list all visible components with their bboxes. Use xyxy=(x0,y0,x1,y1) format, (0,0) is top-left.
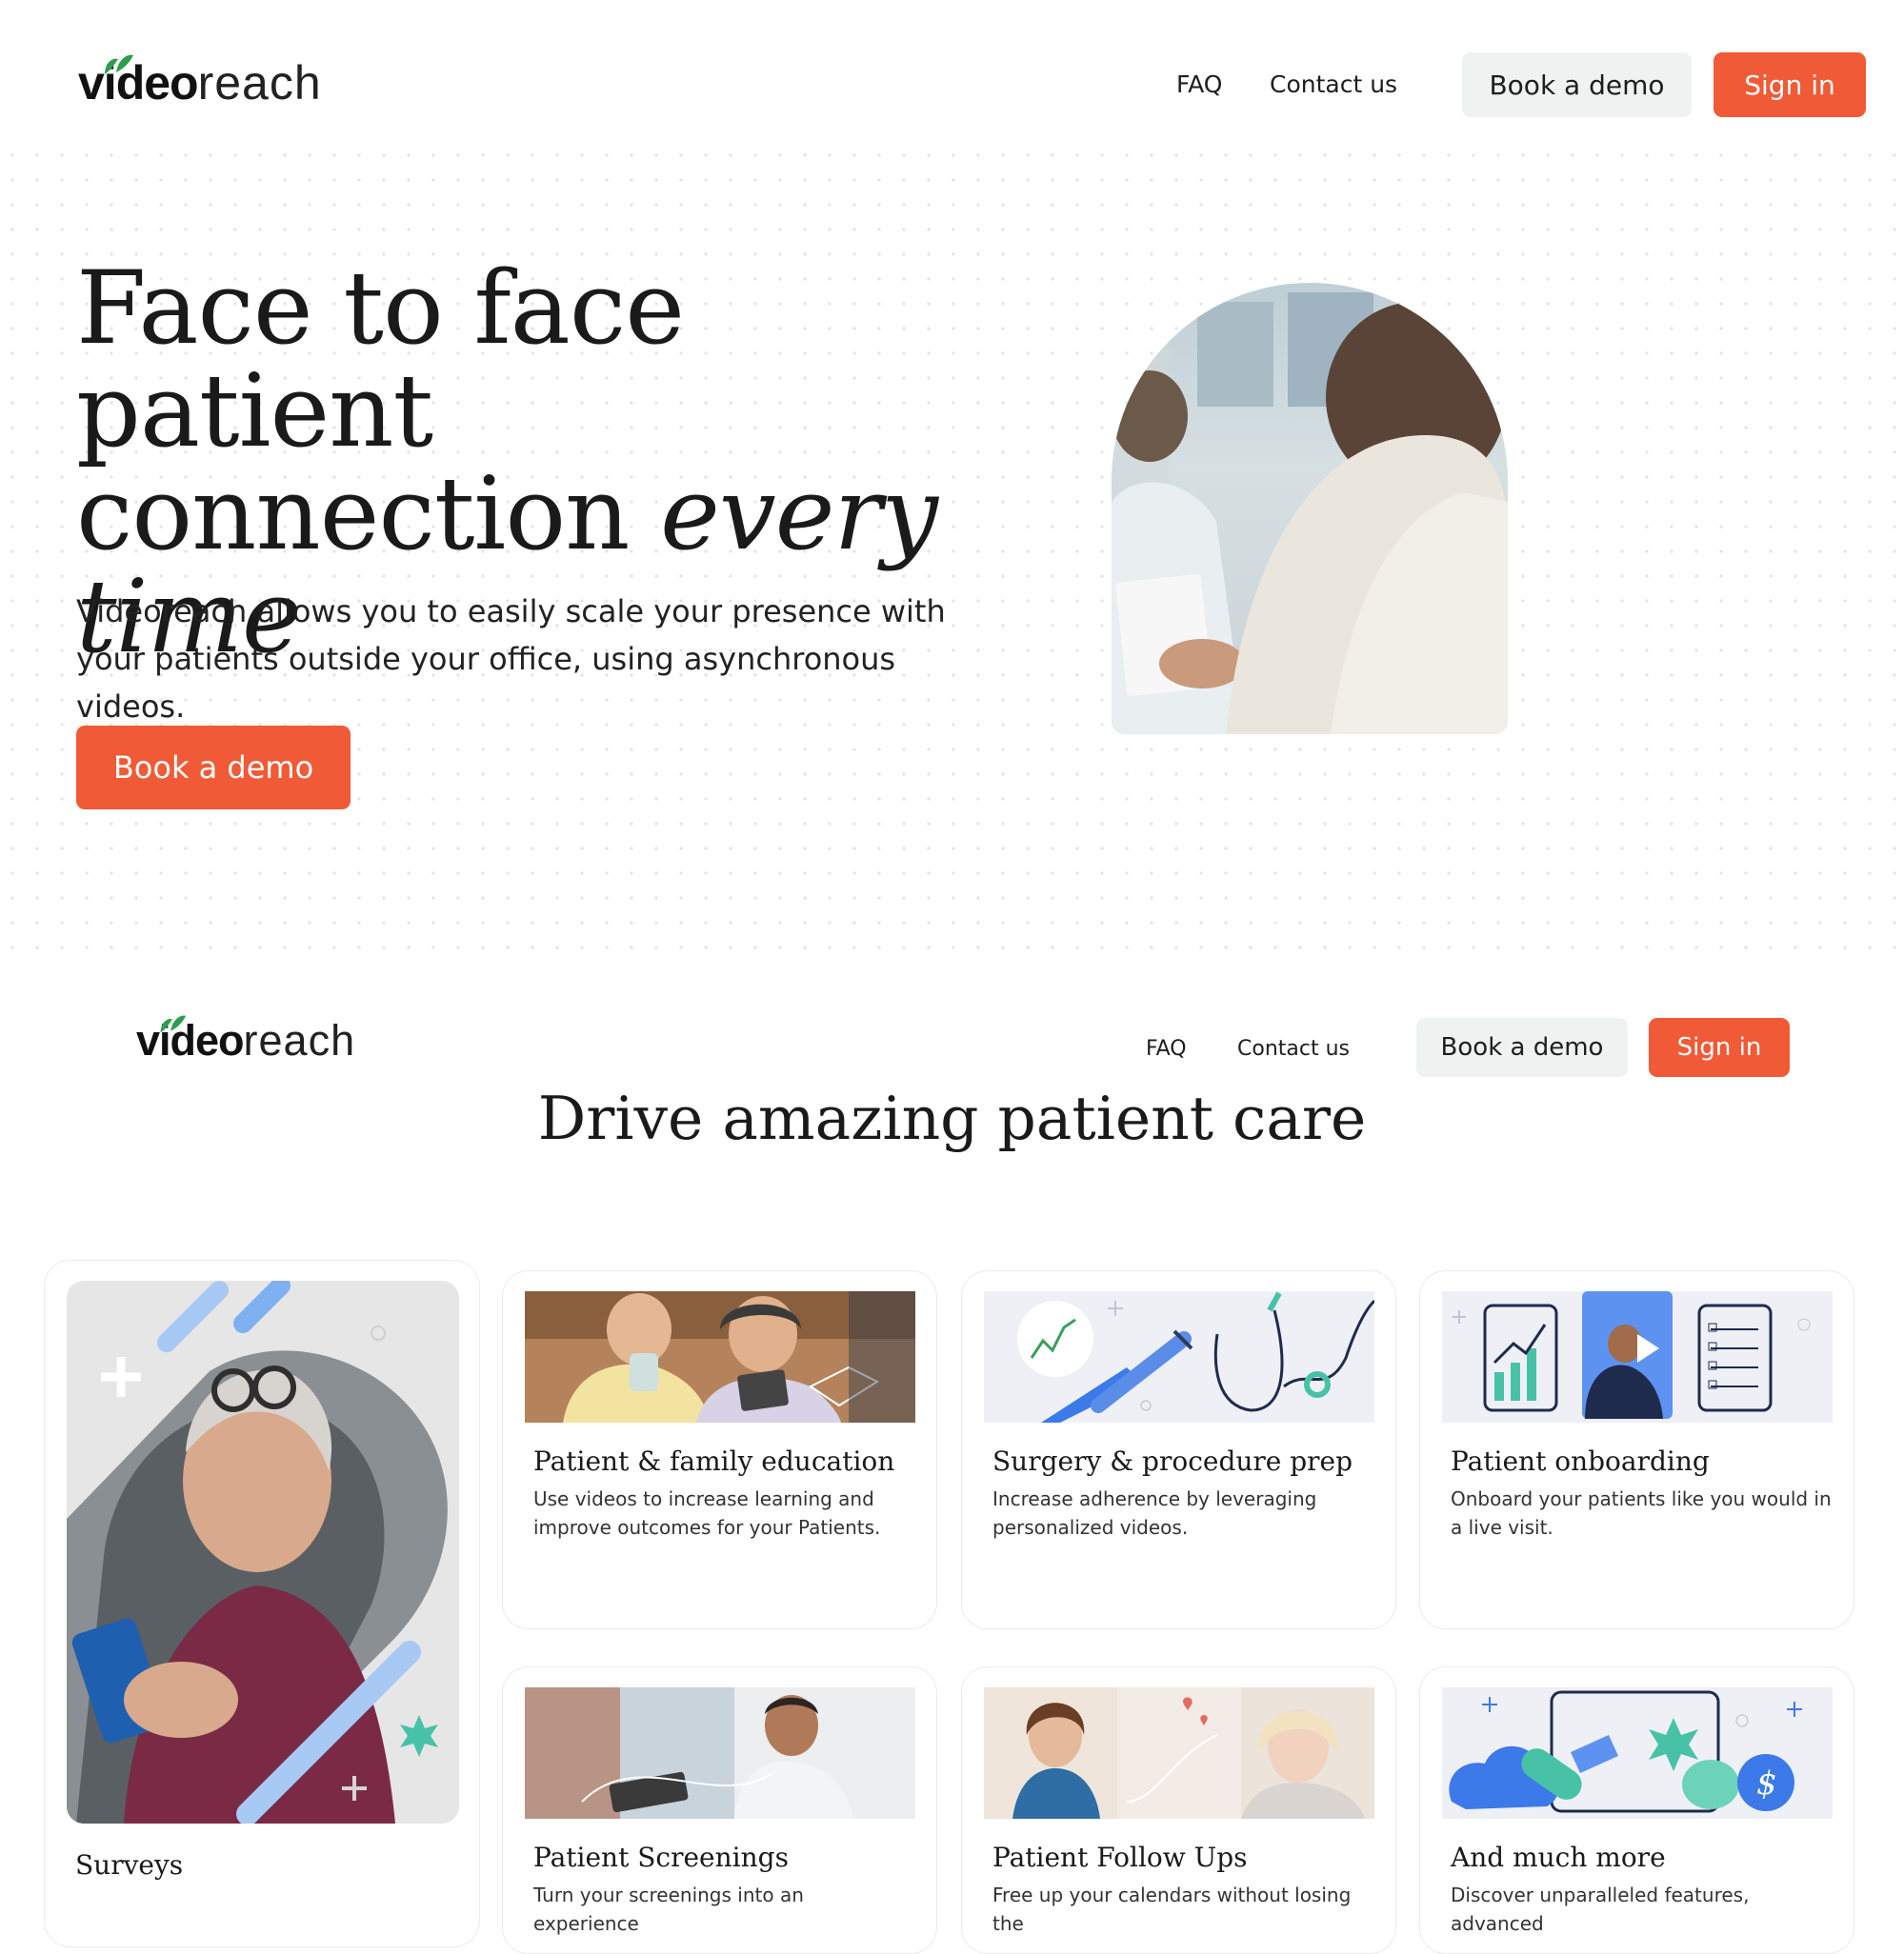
card-surgery-procedure-prep[interactable]: Surgery & procedure prep Increase adhere… xyxy=(961,1270,1396,1629)
hero-subtitle: Videoreach allows you to easily scale yo… xyxy=(76,593,946,725)
card-title: Patient onboarding xyxy=(1451,1446,1710,1477)
star-icon xyxy=(1649,1718,1698,1771)
chart-icon xyxy=(1017,1301,1093,1377)
card-image: $ xyxy=(1442,1687,1833,1819)
logo-video-text: video xyxy=(78,56,199,110)
stethoscope-icon xyxy=(1213,1309,1284,1412)
card-patient-family-education[interactable]: Patient & family education Use videos to… xyxy=(502,1270,937,1629)
card-description: Increase adherence by leveraging persona… xyxy=(992,1487,1317,1539)
nav-faq-link[interactable]: FAQ xyxy=(1146,1037,1187,1061)
star-icon xyxy=(400,1715,438,1757)
hero-doctor-patient-photo xyxy=(1112,283,1508,734)
card-patient-follow-ups[interactable]: Patient Follow Ups Free up your calendar… xyxy=(961,1666,1396,1954)
svg-text:$: $ xyxy=(1756,1765,1777,1803)
card-image xyxy=(1442,1291,1833,1423)
card-image xyxy=(984,1291,1374,1423)
card-description: Discover unparalleled features, advanced xyxy=(1451,1884,1750,1935)
feature-card-surveys[interactable]: Surveys xyxy=(44,1260,480,1947)
card-title: Surgery & procedure prep xyxy=(992,1446,1353,1477)
hero-title-line1: Face to face patient xyxy=(76,249,685,469)
section-heading: Drive amazing patient care xyxy=(537,1084,1367,1153)
card-description: Free up your calendars without losing th… xyxy=(992,1884,1352,1935)
header-book-demo-button[interactable]: Book a demo xyxy=(1462,52,1692,117)
syringe-icon xyxy=(1091,1331,1192,1413)
card-image xyxy=(984,1687,1374,1819)
leaf-logo-icon xyxy=(105,54,133,74)
leaf-logo-icon xyxy=(160,1015,187,1033)
card-title: And much more xyxy=(1451,1842,1666,1873)
card-patient-screenings[interactable]: Patient Screenings Turn your screenings … xyxy=(502,1666,937,1954)
checklist-icon xyxy=(1697,1304,1773,1412)
hero-title-line2: connection xyxy=(76,455,661,572)
card-description: Use videos to increase learning and impr… xyxy=(533,1487,881,1539)
card-image xyxy=(525,1687,915,1819)
logo-secondary[interactable]: video reach xyxy=(136,1015,356,1066)
secondary-book-demo-button[interactable]: Book a demo xyxy=(1416,1018,1628,1077)
card-description: Turn your screenings into an experience xyxy=(533,1884,804,1935)
card-patient-onboarding[interactable]: Patient onboarding Onboard your patients… xyxy=(1419,1270,1854,1629)
card-image xyxy=(525,1291,915,1423)
logo-video-text: video xyxy=(136,1016,245,1065)
hero-book-demo-button[interactable]: Book a demo xyxy=(76,726,351,809)
logo[interactable]: video reach xyxy=(78,54,322,110)
nav-contact-link[interactable]: Contact us xyxy=(1270,70,1397,98)
logo-reach-text: reach xyxy=(197,56,322,110)
surveys-illustration xyxy=(67,1281,459,1824)
hero-title-italic-every: every xyxy=(660,455,938,572)
card-title: Surveys xyxy=(75,1849,184,1881)
logo-reach-text: reach xyxy=(243,1016,356,1065)
card-and-much-more[interactable]: $ And much more Discover unparalleled fe… xyxy=(1419,1666,1854,1954)
card-title: Patient Screenings xyxy=(533,1842,789,1873)
secondary-sign-in-button[interactable]: Sign in xyxy=(1649,1018,1790,1077)
nav-contact-link[interactable]: Contact us xyxy=(1237,1037,1350,1061)
header-sign-in-button[interactable]: Sign in xyxy=(1714,52,1866,117)
card-title: Patient & family education xyxy=(533,1446,895,1477)
plus-icon xyxy=(101,1357,141,1397)
card-description: Onboard your patients like you would in … xyxy=(1451,1487,1832,1539)
card-title: Patient Follow Ups xyxy=(992,1842,1248,1873)
nav-faq-link[interactable]: FAQ xyxy=(1176,70,1222,98)
